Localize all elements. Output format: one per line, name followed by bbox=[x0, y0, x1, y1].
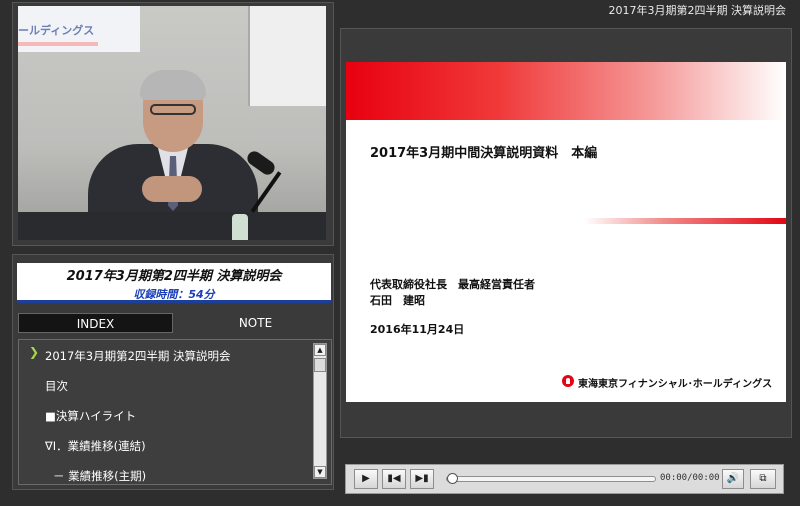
window-title: 2017年3月期第2四半期 決算説明会 bbox=[608, 4, 787, 17]
slide-divider bbox=[584, 218, 786, 224]
next-icon: ▶▮ bbox=[415, 473, 429, 484]
previous-button[interactable]: ▮◀ bbox=[382, 469, 406, 489]
player-controls: ▶ ▮◀ ▶▮ 00:00/00:00 🔊 ⧉ bbox=[345, 464, 784, 494]
projector-screen-text: ールディングス bbox=[18, 24, 95, 37]
presenter-name: 石田 建昭 bbox=[370, 294, 425, 307]
index-item[interactable]: ■決算ハイライト bbox=[45, 404, 136, 428]
index-item[interactable]: 目次 bbox=[45, 374, 68, 398]
video-player[interactable]: ールディングス bbox=[18, 6, 326, 240]
tab-note[interactable]: NOTE bbox=[178, 313, 333, 333]
volume-icon: 🔊 bbox=[726, 473, 740, 484]
company-name: 東海東京フィナンシャル･ホールディングス bbox=[578, 379, 773, 390]
tab-index[interactable]: INDEX bbox=[18, 313, 173, 333]
scroll-down-icon[interactable]: ▼ bbox=[314, 466, 326, 478]
speaker-hands bbox=[142, 176, 202, 202]
speaker-glasses bbox=[150, 104, 196, 115]
play-icon: ▶ bbox=[362, 473, 370, 484]
index-list: ❯ 2017年3月期第2四半期 決算説明会 目次 ■決算ハイライト ∇Ⅰ．業績推… bbox=[18, 339, 332, 485]
recording-time-label: 収録時間： bbox=[133, 288, 189, 301]
scroll-up-icon[interactable]: ▲ bbox=[314, 344, 326, 356]
slide: 2017年3月期中間決算説明資料 本編 代表取締役社長 最高経営責任者 石田 建… bbox=[346, 62, 786, 402]
current-item-arrow-icon: ❯ bbox=[29, 345, 40, 359]
index-item[interactable]: ∇Ⅰ．業績推移(連結) bbox=[45, 434, 146, 458]
whiteboard bbox=[248, 6, 326, 106]
index-item[interactable]: － 業績推移(主期) bbox=[53, 464, 146, 484]
presenter-role: 代表取締役社長 最高経営責任者 bbox=[370, 278, 535, 291]
recording-time-value: 54分 bbox=[188, 288, 215, 301]
fullscreen-icon: ⧉ bbox=[759, 473, 767, 484]
water-bottle bbox=[232, 214, 248, 240]
seek-bar[interactable] bbox=[446, 476, 656, 482]
play-button[interactable]: ▶ bbox=[354, 469, 378, 489]
next-button[interactable]: ▶▮ bbox=[410, 469, 434, 489]
volume-button[interactable]: 🔊 bbox=[722, 469, 744, 489]
company-logo-icon bbox=[562, 375, 574, 387]
slide-date: 2016年11月24日 bbox=[370, 323, 465, 336]
time-display: 00:00/00:00 bbox=[660, 473, 720, 483]
index-item[interactable]: 2017年3月期第2四半期 決算説明会 bbox=[45, 344, 231, 368]
projector-screen-bar bbox=[18, 42, 98, 46]
fullscreen-button[interactable]: ⧉ bbox=[750, 469, 776, 489]
slide-title: 2017年3月期中間決算説明資料 本編 bbox=[370, 146, 598, 161]
event-info: 2017年3月期第2四半期 決算説明会 収録時間：54分 bbox=[17, 263, 331, 303]
event-title: 2017年3月期第2四半期 決算説明会 bbox=[66, 269, 282, 284]
previous-icon: ▮◀ bbox=[387, 473, 401, 484]
seek-handle[interactable] bbox=[447, 473, 458, 484]
index-scrollbar[interactable]: ▲ ▼ bbox=[313, 343, 327, 479]
speaker-hair bbox=[140, 70, 206, 100]
slide-header-band bbox=[346, 62, 786, 120]
table bbox=[18, 212, 326, 240]
scroll-thumb[interactable] bbox=[314, 358, 326, 372]
recording-time: 収録時間：54分 bbox=[17, 286, 331, 302]
